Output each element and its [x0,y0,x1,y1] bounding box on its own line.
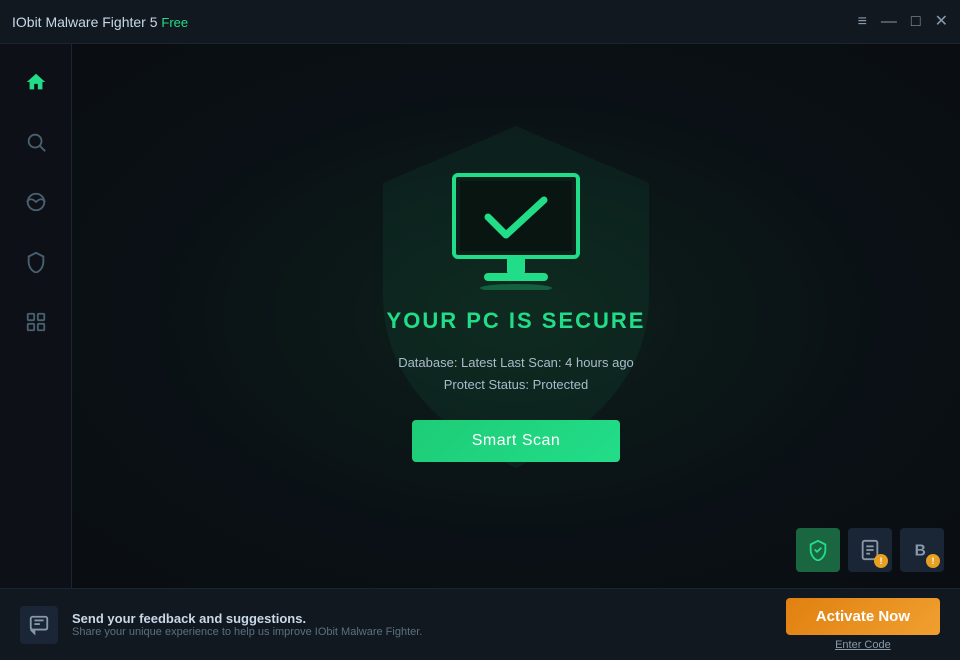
boost-icon-button[interactable]: B ! [900,528,944,572]
footer-left: Send your feedback and suggestions. Shar… [20,606,422,644]
title-bar-controls: ≡ — □ ✕ [858,14,948,30]
feedback-subtitle: Share your unique experience to help us … [72,626,422,638]
protection-icon-button[interactable] [796,528,840,572]
close-button[interactable]: ✕ [935,14,948,30]
free-badge: Free [161,15,188,30]
sidebar-item-scan[interactable] [18,124,54,160]
sidebar-item-shield[interactable] [18,244,54,280]
status-title: YOUR PC IS SECURE [387,308,646,334]
sidebar [0,44,72,588]
status-area: YOUR PC IS SECURE Database: Latest Last … [387,170,646,462]
main-content: YOUR PC IS SECURE Database: Latest Last … [72,44,960,588]
app-name-text: IObit Malware Fighter 5 [12,14,158,30]
enter-code-link[interactable]: Enter Code [835,639,891,651]
feedback-icon [20,606,58,644]
boost-badge: ! [926,554,940,568]
menu-button[interactable]: ≡ [858,14,867,30]
footer: Send your feedback and suggestions. Shar… [0,588,960,660]
detail-line-2: Protect Status: Protected [398,374,634,396]
minimize-button[interactable]: — [881,14,897,30]
bottom-icons: ! B ! [796,528,944,572]
status-details: Database: Latest Last Scan: 4 hours ago … [398,352,634,396]
app-body: YOUR PC IS SECURE Database: Latest Last … [0,44,960,588]
detail-line-1: Database: Latest Last Scan: 4 hours ago [398,352,634,374]
sidebar-item-home[interactable] [18,64,54,100]
title-bar: IObit Malware Fighter 5 Free ≡ — □ ✕ [0,0,960,44]
svg-text:B: B [915,543,926,560]
report-badge: ! [874,554,888,568]
maximize-button[interactable]: □ [911,14,921,30]
sidebar-item-protection[interactable] [18,184,54,220]
app-title: IObit Malware Fighter 5 Free [12,14,188,30]
footer-right: Activate Now Enter Code [786,598,940,651]
feedback-title: Send your feedback and suggestions. [72,611,422,626]
activate-now-button[interactable]: Activate Now [786,598,940,635]
report-icon-button[interactable]: ! [848,528,892,572]
feedback-text: Send your feedback and suggestions. Shar… [72,611,422,638]
sidebar-item-tools[interactable] [18,304,54,340]
title-bar-left: IObit Malware Fighter 5 Free [12,14,188,30]
monitor-icon [446,170,586,290]
smart-scan-button[interactable]: Smart Scan [412,420,621,462]
